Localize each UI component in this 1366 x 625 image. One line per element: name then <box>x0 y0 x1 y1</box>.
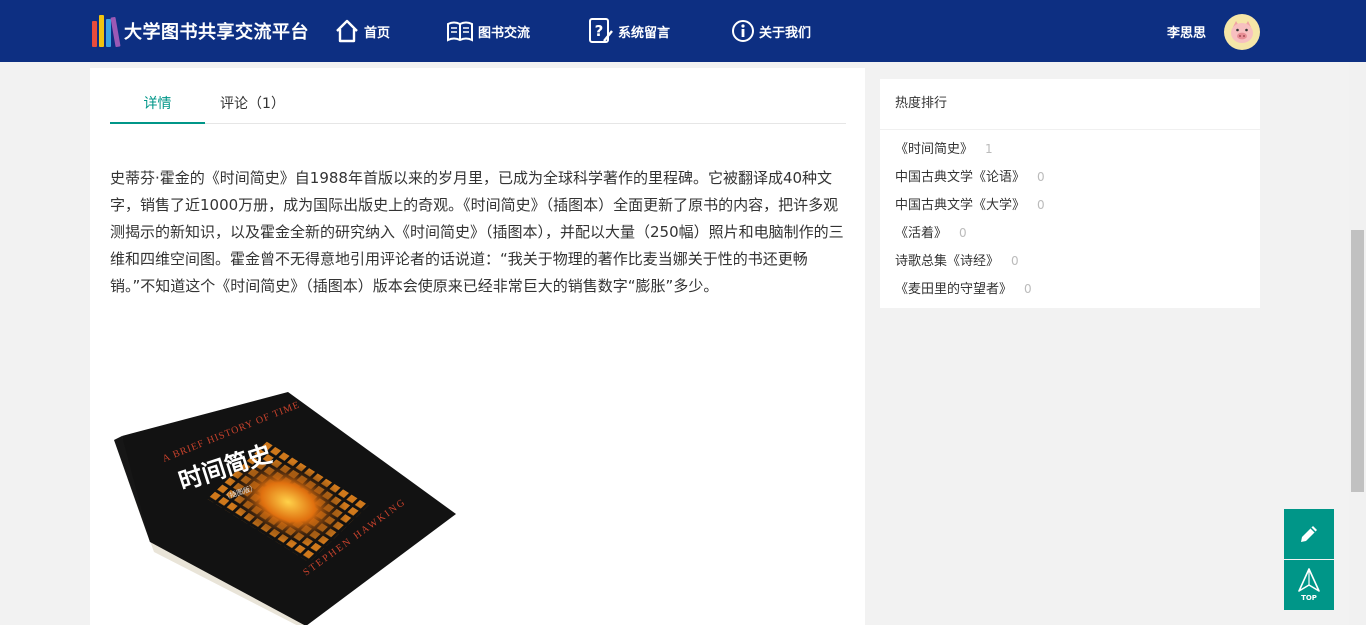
list-item[interactable]: 《时间简史》 1 <box>880 136 1260 164</box>
rank-item-count: 0 <box>1037 170 1045 184</box>
nav-about-label: 关于我们 <box>759 25 812 41</box>
tab-comments[interactable]: 评论（1） <box>205 86 300 124</box>
back-to-top-button[interactable]: TOP <box>1284 560 1334 610</box>
hot-ranking-title: 热度排行 <box>880 79 1260 130</box>
edit-button[interactable] <box>1284 509 1334 559</box>
pig-avatar-icon <box>1231 21 1253 43</box>
top-navbar: 大学图书共享交流平台 首页 图书交流 ? 系统留言 关于我们 李思思 <box>0 0 1366 62</box>
book-cover-image: A BRIEF HISTORY OF TIME 时间简史 （插图版） STEPH… <box>114 392 456 625</box>
rank-item-count: 1 <box>985 142 993 156</box>
book-detail-card: 详情 评论（1） 史蒂芬·霍金的《时间简史》自1988年首版以来的岁月里，已成为… <box>90 68 865 625</box>
nav-home-label: 首页 <box>364 25 391 41</box>
nav-about[interactable]: 关于我们 <box>731 14 811 48</box>
detail-tabs: 详情 评论（1） <box>110 86 846 124</box>
nav-messages[interactable]: ? 系统留言 <box>588 14 670 48</box>
tab-details[interactable]: 详情 <box>110 86 205 124</box>
user-name[interactable]: 李思思 <box>1167 22 1206 41</box>
home-icon <box>336 19 358 43</box>
rank-item-label: 《活着》 <box>895 226 948 241</box>
back-to-top-label: TOP <box>1301 594 1317 602</box>
rank-item-count: 0 <box>1037 198 1045 212</box>
rocket-up-icon <box>1298 568 1320 592</box>
hot-ranking-card: 热度排行 《时间简史》 1 中国古典文学《论语》 0 中国古典文学《大学》 0 《活着… <box>880 79 1260 308</box>
hot-ranking-list: 《时间简史》 1 中国古典文学《论语》 0 中国古典文学《大学》 0 《活着》 0 诗歌… <box>880 130 1260 304</box>
rank-item-label: 《麦田里的守望者》 <box>895 282 1013 297</box>
list-item[interactable]: 《麦田里的守望者》 0 <box>880 276 1260 304</box>
brand-title: 大学图书共享交流平台 <box>124 22 309 43</box>
list-item[interactable]: 中国古典文学《大学》 0 <box>880 192 1260 220</box>
nav-messages-label: 系统留言 <box>618 25 671 41</box>
list-item[interactable]: 诗歌总集《诗经》 0 <box>880 248 1260 276</box>
info-icon <box>732 20 754 42</box>
rank-item-label: 中国古典文学《论语》 <box>895 170 1026 185</box>
list-item[interactable]: 中国古典文学《论语》 0 <box>880 164 1260 192</box>
nav-book-exchange[interactable]: 图书交流 <box>446 14 530 48</box>
rank-item-label: 中国古典文学《大学》 <box>895 198 1026 213</box>
list-item[interactable]: 《活着》 0 <box>880 220 1260 248</box>
rank-item-label: 诗歌总集《诗经》 <box>895 254 1000 269</box>
rank-item-count: 0 <box>1024 282 1032 296</box>
nav-book-exchange-label: 图书交流 <box>478 25 531 41</box>
help-edit-icon: ? <box>589 18 613 43</box>
page-scrollbar-thumb[interactable] <box>1351 230 1364 492</box>
avatar[interactable] <box>1224 14 1260 50</box>
book-description: 史蒂芬·霍金的《时间简史》自1988年首版以来的岁月里，已成为全球科学著作的里程… <box>110 169 844 295</box>
rank-item-count: 0 <box>1011 254 1019 268</box>
rank-item-count: 0 <box>959 226 967 240</box>
book-open-icon <box>447 21 473 42</box>
pencil-icon <box>1301 526 1317 542</box>
books-logo-icon <box>92 15 121 48</box>
svg-text:?: ? <box>595 22 604 40</box>
nav-home[interactable]: 首页 <box>334 14 390 48</box>
rank-item-label: 《时间简史》 <box>895 142 974 157</box>
brand[interactable]: 大学图书共享交流平台 <box>92 14 309 48</box>
